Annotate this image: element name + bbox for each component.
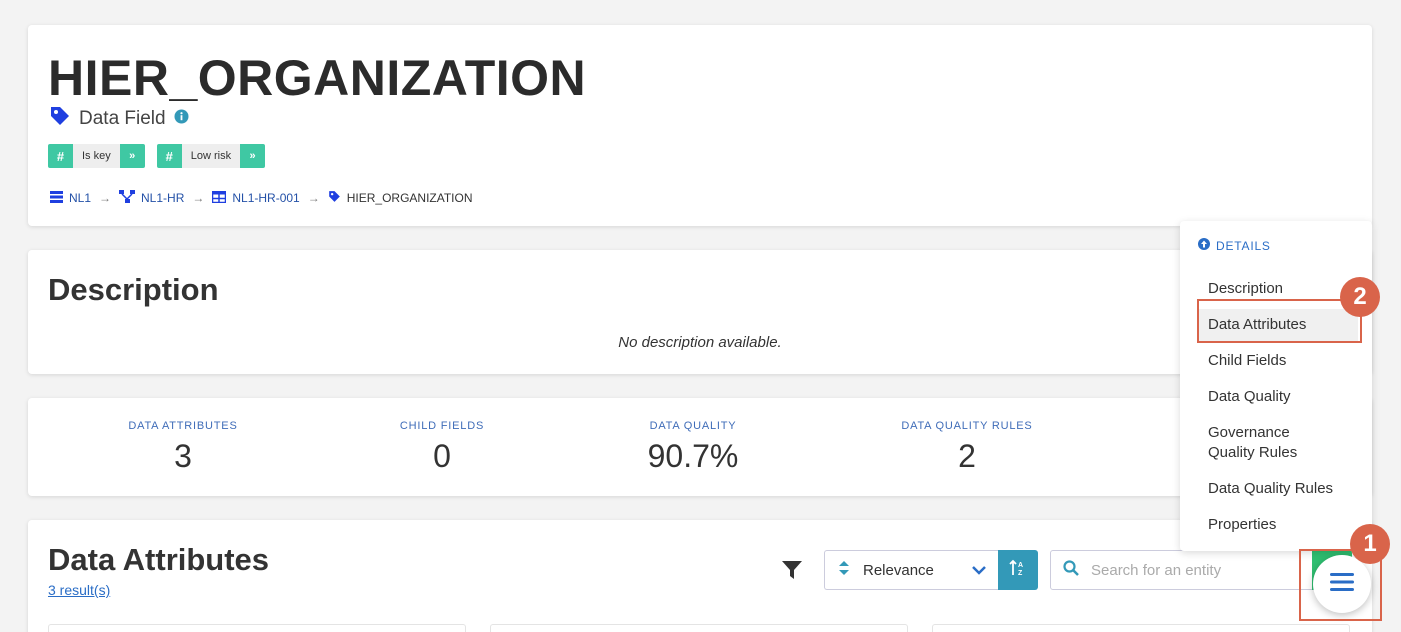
attribute-card[interactable] [490,624,908,632]
hash-icon: # [156,144,182,168]
highlight-box-data-attributes [1197,299,1362,343]
stat-label: DATA QUALITY RULES [901,420,1033,432]
tag-list: # Is key » # Low risk » [48,144,266,168]
tag-is-key[interactable]: # Is key » [48,144,145,168]
sort-updown-icon [839,561,849,579]
stat-data-attributes[interactable]: DATA ATTRIBUTES 3 [128,420,238,475]
menu-item-properties[interactable]: Properties [1198,509,1358,541]
sort-order-button[interactable]: AZ [998,550,1038,590]
stat-value: 2 [958,438,976,474]
entity-header-card: HIER_ORGANIZATION Data Field # Is key » … [28,25,1372,226]
menu-item-data-quality-rules[interactable]: Data Quality Rules [1198,473,1358,505]
stat-value: 90.7% [647,438,739,474]
details-menu-header[interactable]: DETAILS [1198,238,1271,253]
menu-item-governance-quality-rules[interactable]: Governance Quality Rules [1198,417,1358,469]
search-icon [1063,559,1079,581]
stat-child-fields[interactable]: CHILD FIELDS 0 [392,420,492,475]
data-attributes-card: Data Attributes 3 result(s) Relevance AZ [28,520,1372,632]
stats-card: DATA ATTRIBUTES 3 CHILD FIELDS 0 DATA QU… [28,398,1372,496]
entity-type: Data Field [49,105,189,133]
search-box[interactable] [1050,550,1318,590]
schema-icon [119,190,136,206]
stat-label: DATA ATTRIBUTES [128,420,238,432]
sort-select-value: Relevance [863,561,934,579]
details-menu-header-label: DETAILS [1216,238,1271,253]
filter-icon[interactable] [778,556,806,584]
tag-label: Low risk [181,144,241,168]
sort-select[interactable]: Relevance [824,550,998,590]
stat-label: CHILD FIELDS [399,420,485,432]
hash-icon: # [48,144,73,168]
stat-data-quality[interactable]: DATA QUALITY 90.7% [640,420,746,475]
breadcrumb-arrow: → [192,191,205,205]
attribute-card[interactable] [932,624,1350,632]
annotation-badge-2: 2 [1340,277,1380,317]
breadcrumb: NL1 → NL1-HR → NL1-HR-001 → HIER_ORGANIZ… [50,190,473,206]
search-input[interactable] [1091,561,1291,579]
arrow-up-circle-icon [1198,238,1210,253]
attribute-card[interactable] [48,624,466,632]
breadcrumb-link-nl1-hr-001[interactable]: NL1-HR-001 [232,191,299,205]
menu-item-child-fields[interactable]: Child Fields [1198,345,1358,377]
breadcrumb-link-nl1-hr[interactable]: NL1-HR [141,191,184,205]
breadcrumb-arrow: → [307,191,320,205]
details-menu: DETAILS Description Data Attributes Chil… [1180,221,1372,551]
double-chevron-right-icon[interactable]: » [119,144,145,168]
chevron-down-icon [972,563,986,581]
data-attributes-title: Data Attributes [48,542,270,577]
entity-type-label: Data Field [79,108,166,129]
tag-low-risk[interactable]: # Low risk » [156,144,266,168]
description-card: Description No description available. [28,250,1372,374]
stat-value: 3 [174,438,192,474]
annotation-badge-1: 1 [1350,524,1390,564]
tag-icon [328,190,341,206]
stat-value: 0 [433,438,451,474]
empty-description-text: No description available. [618,334,782,351]
sort-order-icon: AZ [1009,559,1027,582]
breadcrumb-link-nl1[interactable]: NL1 [69,191,91,205]
table-icon [212,190,227,206]
description-title: Description [48,272,219,307]
database-icon [50,190,63,206]
tag-label: Is key [73,144,120,168]
menu-item-data-quality[interactable]: Data Quality [1198,381,1358,413]
stat-label: DATA QUALITY [649,420,737,432]
page-title: HIER_ORGANIZATION [48,50,587,106]
svg-text:A: A [1018,562,1023,569]
stat-data-quality-rules[interactable]: DATA QUALITY RULES 2 [900,420,1034,475]
tag-icon [49,105,71,133]
svg-text:Z: Z [1018,570,1023,577]
breadcrumb-current: HIER_ORGANIZATION [346,191,473,205]
double-chevron-right-icon[interactable]: » [240,144,266,168]
info-icon[interactable] [174,108,189,130]
breadcrumb-arrow: → [99,191,112,205]
results-count-link[interactable]: 3 result(s) [48,582,110,598]
